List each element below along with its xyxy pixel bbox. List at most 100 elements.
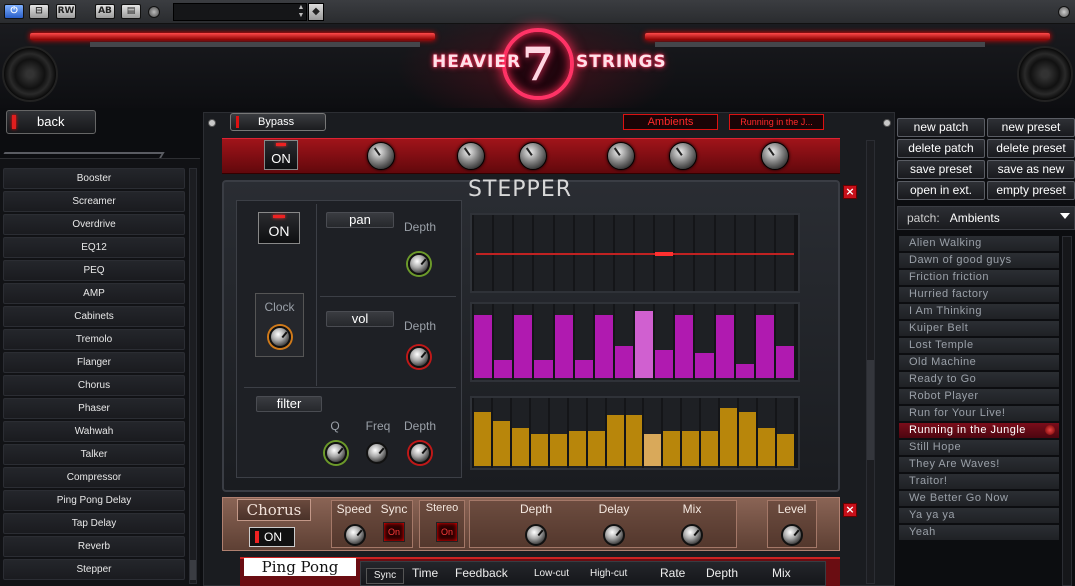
sidebar-item-reverb[interactable]: Reverb (3, 536, 185, 557)
preset-item[interactable]: Lost Temple (899, 338, 1059, 353)
strip-knob[interactable] (607, 142, 635, 170)
step-bar[interactable] (735, 364, 754, 378)
clock-knob[interactable] (269, 326, 291, 348)
strip-knob[interactable] (669, 142, 697, 170)
filter-depth-knob[interactable] (409, 442, 431, 464)
chorus-stereo-toggle[interactable]: On (436, 522, 458, 542)
preset-item[interactable]: I Am Thinking (899, 304, 1059, 319)
host-menu-button[interactable]: ▤ (121, 4, 141, 19)
vol-depth-knob[interactable] (408, 346, 430, 368)
step-bar[interactable] (549, 434, 567, 466)
step-bar[interactable] (655, 350, 674, 378)
save-as-new-button[interactable]: save as new (987, 160, 1075, 179)
step-bar[interactable] (534, 360, 553, 378)
preset-item[interactable]: Friction friction (899, 270, 1059, 285)
host-knob-icon[interactable] (148, 6, 160, 18)
new-preset-button[interactable]: new preset (987, 118, 1075, 137)
pan-step-grid[interactable] (470, 213, 800, 293)
preset-item[interactable]: Old Machine (899, 355, 1059, 370)
chorus-speed-knob[interactable] (344, 524, 366, 546)
strip-knob[interactable] (457, 142, 485, 170)
step-bar[interactable] (614, 346, 633, 378)
chorus-mix-knob[interactable] (681, 524, 703, 546)
preset-item[interactable]: Dawn of good guys (899, 253, 1059, 268)
step-bar[interactable] (587, 431, 605, 466)
step-bar[interactable] (715, 315, 734, 378)
sidebar-item-chorus[interactable]: Chorus (3, 375, 185, 396)
step-bar[interactable] (474, 315, 493, 378)
step-bar[interactable] (554, 315, 573, 378)
host-preset-field[interactable] (173, 3, 307, 21)
step-bar[interactable] (777, 434, 794, 466)
sidebar-item-amp[interactable]: AMP (3, 283, 185, 304)
sidebar-item-tremolo[interactable]: Tremolo (3, 329, 185, 350)
step-bar[interactable] (775, 346, 794, 378)
effect-on-button[interactable]: ON (264, 140, 298, 170)
rack-scroll-thumb[interactable] (867, 360, 874, 460)
preset-item[interactable]: Ya ya ya (899, 508, 1059, 523)
sidebar-item-flanger[interactable]: Flanger (3, 352, 185, 373)
filter-freq-knob[interactable] (366, 442, 388, 464)
diamond-icon[interactable]: ◆ (308, 3, 324, 21)
pingpong-sync-button[interactable]: Sync (366, 568, 404, 584)
close-module-button[interactable]: × (843, 185, 857, 199)
ab-compare-button[interactable]: AB (95, 4, 115, 19)
step-bar[interactable] (511, 428, 529, 466)
preset-item[interactable]: Running in the Jungle (899, 423, 1059, 438)
step-bar[interactable] (644, 434, 662, 466)
step-bar[interactable] (758, 428, 776, 466)
new-patch-button[interactable]: new patch (897, 118, 985, 137)
preset-item[interactable]: Ready to Go (899, 372, 1059, 387)
sidebar-item-booster[interactable]: Booster (3, 168, 185, 189)
chevron-down-icon[interactable] (1060, 213, 1070, 219)
close-module-button[interactable]: × (843, 503, 857, 517)
step-bar[interactable] (606, 415, 624, 466)
preset-scrollbar[interactable] (1062, 236, 1072, 586)
sidebar-item-talker[interactable]: Talker (3, 444, 185, 465)
sidebar-scroll-thumb[interactable] (190, 560, 196, 580)
pan-step-marker[interactable] (655, 252, 674, 256)
filter-step-grid[interactable] (470, 396, 800, 470)
step-bar[interactable] (530, 434, 548, 466)
bypass-button[interactable]: Bypass (230, 113, 326, 131)
preset-item[interactable]: We Better Go Now (899, 491, 1059, 506)
preset-item[interactable]: Kuiper Belt (899, 321, 1059, 336)
step-bar[interactable] (663, 431, 681, 466)
chorus-sync-toggle[interactable]: On (383, 522, 405, 542)
sidebar-item-eq12[interactable]: EQ12 (3, 237, 185, 258)
sidebar-item-cabinets[interactable]: Cabinets (3, 306, 185, 327)
sidebar-scrollbar[interactable] (189, 168, 197, 584)
sidebar-item-peq[interactable]: PEQ (3, 260, 185, 281)
step-bar[interactable] (720, 408, 738, 466)
back-button[interactable]: back (6, 110, 96, 134)
preset-item[interactable]: Yeah (899, 525, 1059, 540)
pan-depth-knob[interactable] (408, 253, 430, 275)
sidebar-item-screamer[interactable]: Screamer (3, 191, 185, 212)
stepper-arrows-icon[interactable]: ▲ ▼ (296, 4, 306, 20)
step-bar[interactable] (568, 431, 586, 466)
step-bar[interactable] (635, 311, 654, 378)
host-settings-icon[interactable] (1058, 6, 1070, 18)
preset-item[interactable]: Hurried factory (899, 287, 1059, 302)
step-bar[interactable] (701, 431, 719, 466)
step-bar[interactable] (625, 415, 643, 466)
step-bar[interactable] (682, 431, 700, 466)
step-bar[interactable] (474, 412, 491, 466)
sidebar-item-overdrive[interactable]: Overdrive (3, 214, 185, 235)
filter-q-knob[interactable] (325, 442, 347, 464)
sidebar-item-ping-pong-delay[interactable]: Ping Pong Delay (3, 490, 185, 511)
strip-knob[interactable] (519, 142, 547, 170)
stepper-on-button[interactable]: ON (258, 212, 300, 244)
strip-knob[interactable] (367, 142, 395, 170)
step-bar[interactable] (594, 315, 613, 378)
delete-patch-button[interactable]: delete patch (897, 139, 985, 158)
step-bar[interactable] (492, 421, 510, 466)
preset-item[interactable]: Run for Your Live! (899, 406, 1059, 421)
delete-preset-button[interactable]: delete preset (987, 139, 1075, 158)
chorus-depth-knob[interactable] (525, 524, 547, 546)
step-bar[interactable] (675, 315, 694, 378)
save-preset-button[interactable]: save preset (897, 160, 985, 179)
preset-item[interactable]: Traitor! (899, 474, 1059, 489)
sidebar-item-wahwah[interactable]: Wahwah (3, 421, 185, 442)
empty-preset-button[interactable]: empty preset (987, 181, 1075, 200)
